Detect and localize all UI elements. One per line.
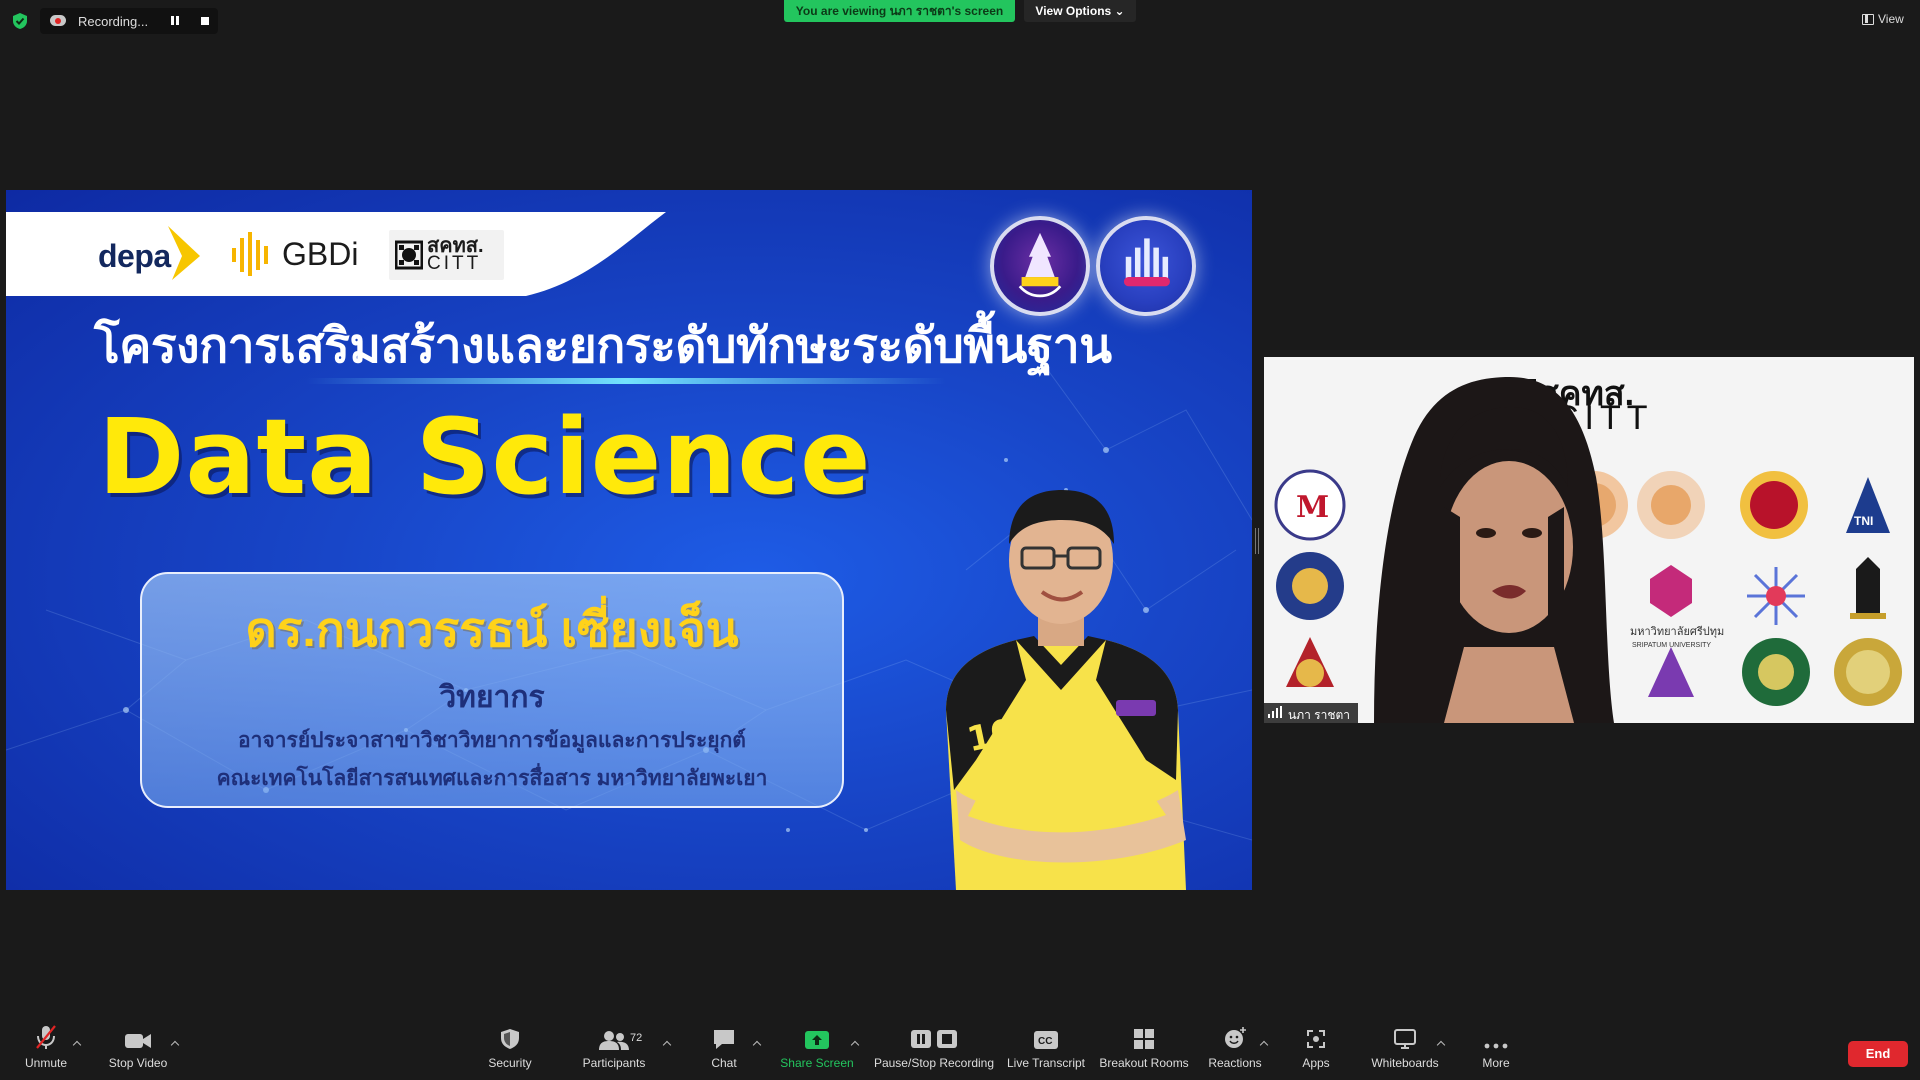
gbdi-text: GBDi	[282, 235, 359, 272]
share-screen-button[interactable]: Share Screen	[780, 1020, 854, 1080]
depa-logo: depa	[98, 238, 171, 274]
participants-count: 72	[630, 1032, 643, 1044]
reactions-options-caret[interactable]	[1259, 1040, 1269, 1048]
pause-stop-recording-icon	[911, 1030, 957, 1048]
chat-label: Chat	[711, 1056, 737, 1070]
sripatum-thai-caption: มหาวิทยาลัยศรีปทุม	[1630, 625, 1724, 638]
encryption-shield-icon[interactable]	[12, 12, 28, 30]
stop-video-label: Stop Video	[108, 1056, 168, 1070]
video-camera-icon	[125, 1034, 151, 1048]
slide-title-thai: โครงการเสริมสร้างและยกระดับทักษะระดับพื้…	[94, 320, 1112, 373]
pause-recording-icon[interactable]	[168, 15, 182, 27]
citt-mark-icon	[395, 240, 423, 270]
speaker-name: ดร.กนกวรรธน์ เซี่ยงเจ็น	[245, 604, 739, 657]
participants-button[interactable]: Participants	[578, 1020, 650, 1080]
speaker-card: ดร.กนกวรรธน์ เซี่ยงเจ็น วิทยากร อาจารย์ป…	[140, 572, 844, 808]
share-options-caret[interactable]	[850, 1040, 860, 1048]
share-screen-label: Share Screen	[780, 1056, 854, 1070]
breakout-rooms-icon	[1134, 1029, 1154, 1049]
meeting-top-bar: Recording... You are viewing นภา ราชตา's…	[0, 0, 1920, 40]
stop-recording-icon[interactable]	[198, 15, 212, 27]
reactions-label: Reactions	[1208, 1056, 1262, 1070]
participant-name-tag: นภา ราชตา	[1264, 703, 1359, 723]
participant-video-tile[interactable]: สคทส. CITT M TNI มหาวิทยาลัยศรีปทุม SRIP…	[1264, 357, 1914, 723]
svg-text:M: M	[1296, 490, 1329, 525]
more-dots-icon	[1484, 1043, 1508, 1049]
cloud-recording-icon	[50, 15, 66, 27]
muted-microphone-icon	[36, 1025, 56, 1049]
tni-label: TNI	[1854, 514, 1873, 528]
ict-crest-icon	[1123, 238, 1170, 287]
pause-stop-recording-label: Pause/Stop Recording	[873, 1056, 995, 1070]
viewing-screen-banner: You are viewing นภา ราชตา's screen	[784, 0, 1015, 22]
view-layout-icon	[1862, 13, 1874, 25]
shared-screen-slide: depa GBDi สคทส. CITT โครงการเสริมสร้างแล…	[6, 190, 1252, 890]
university-emblem	[990, 216, 1090, 316]
depa-arrow-icon	[168, 226, 200, 280]
reactions-smiley-icon	[1225, 1027, 1246, 1048]
chat-button[interactable]: Chat	[700, 1020, 748, 1080]
apps-button[interactable]: Apps	[1298, 1020, 1334, 1080]
recording-indicator: Recording...	[40, 8, 218, 34]
security-shield-icon	[501, 1029, 519, 1049]
chat-bubble-icon	[714, 1030, 734, 1049]
slide-title-english: Data Science	[98, 396, 872, 518]
reactions-button[interactable]: Reactions	[1206, 1020, 1264, 1080]
whiteboard-icon	[1394, 1029, 1416, 1049]
citt-logo: สคทส. CITT	[389, 230, 504, 280]
pause-stop-recording-button[interactable]: Pause/Stop Recording	[872, 1020, 996, 1080]
view-label: View	[1878, 12, 1904, 26]
more-label: More	[1482, 1056, 1510, 1070]
unmute-label: Unmute	[24, 1056, 68, 1070]
speaker-role: วิทยากร	[439, 681, 545, 714]
live-transcript-label: Live Transcript	[1006, 1056, 1086, 1070]
whiteboards-label: Whiteboards	[1371, 1056, 1439, 1070]
live-transcript-button[interactable]: CC Live Transcript	[1006, 1020, 1086, 1080]
cc-label: CC	[1038, 1036, 1052, 1047]
meeting-toolbar: Unmute Stop Video Security Participants …	[0, 1020, 1920, 1080]
security-label: Security	[488, 1056, 532, 1070]
participants-icon	[599, 1031, 629, 1050]
participant-name: นภา ราชตา	[1288, 708, 1351, 722]
audio-options-caret[interactable]	[72, 1040, 82, 1048]
ict-emblem	[1096, 216, 1196, 316]
more-button[interactable]: More	[1478, 1020, 1514, 1080]
breakout-rooms-label: Breakout Rooms	[1099, 1056, 1189, 1070]
end-meeting-button[interactable]: End	[1848, 1041, 1908, 1067]
stop-video-button[interactable]: Stop Video	[106, 1020, 170, 1080]
panel-resize-handle[interactable]	[1255, 528, 1259, 554]
security-button[interactable]: Security	[482, 1020, 538, 1080]
gbdi-logo: GBDi	[230, 230, 358, 278]
gbdi-bars-icon	[232, 232, 268, 276]
apps-label: Apps	[1302, 1056, 1330, 1070]
speaker-position: อาจารย์ประจาสาขาวิชาวิทยาการข้อมูลและการ…	[238, 729, 746, 752]
share-screen-icon	[805, 1031, 829, 1049]
video-options-caret[interactable]	[170, 1040, 180, 1048]
speaker-faculty: คณะเทคโนโลยีสารสนเทศและการสื่อสาร มหาวิท…	[216, 767, 768, 790]
view-button[interactable]: View	[1862, 12, 1904, 26]
unmute-button[interactable]: Unmute	[18, 1020, 74, 1080]
whiteboards-button[interactable]: Whiteboards	[1368, 1020, 1442, 1080]
participants-label: Participants	[582, 1056, 646, 1070]
breakout-rooms-button[interactable]: Breakout Rooms	[1099, 1020, 1189, 1080]
recording-label: Recording...	[78, 13, 149, 29]
title-glow-line	[306, 378, 946, 384]
participant-video-feed: สคทส. CITT M TNI มหาวิทยาลัยศรีปทุม SRIP…	[1264, 357, 1914, 723]
speaker-photo: 10	[946, 490, 1186, 890]
closed-caption-icon: CC	[1034, 1031, 1058, 1049]
chat-options-caret[interactable]	[752, 1040, 762, 1048]
university-crest-icon	[1018, 232, 1062, 298]
citt-english-text: CITT	[427, 253, 482, 274]
whiteboards-options-caret[interactable]	[1436, 1040, 1446, 1048]
apps-icon	[1307, 1030, 1325, 1048]
sripatum-english-caption: SRIPATUM UNIVERSITY	[1632, 642, 1711, 649]
signal-strength-icon	[1268, 706, 1282, 718]
participants-options-caret[interactable]	[662, 1040, 672, 1048]
view-options-button[interactable]: View Options ⌄	[1024, 0, 1136, 22]
